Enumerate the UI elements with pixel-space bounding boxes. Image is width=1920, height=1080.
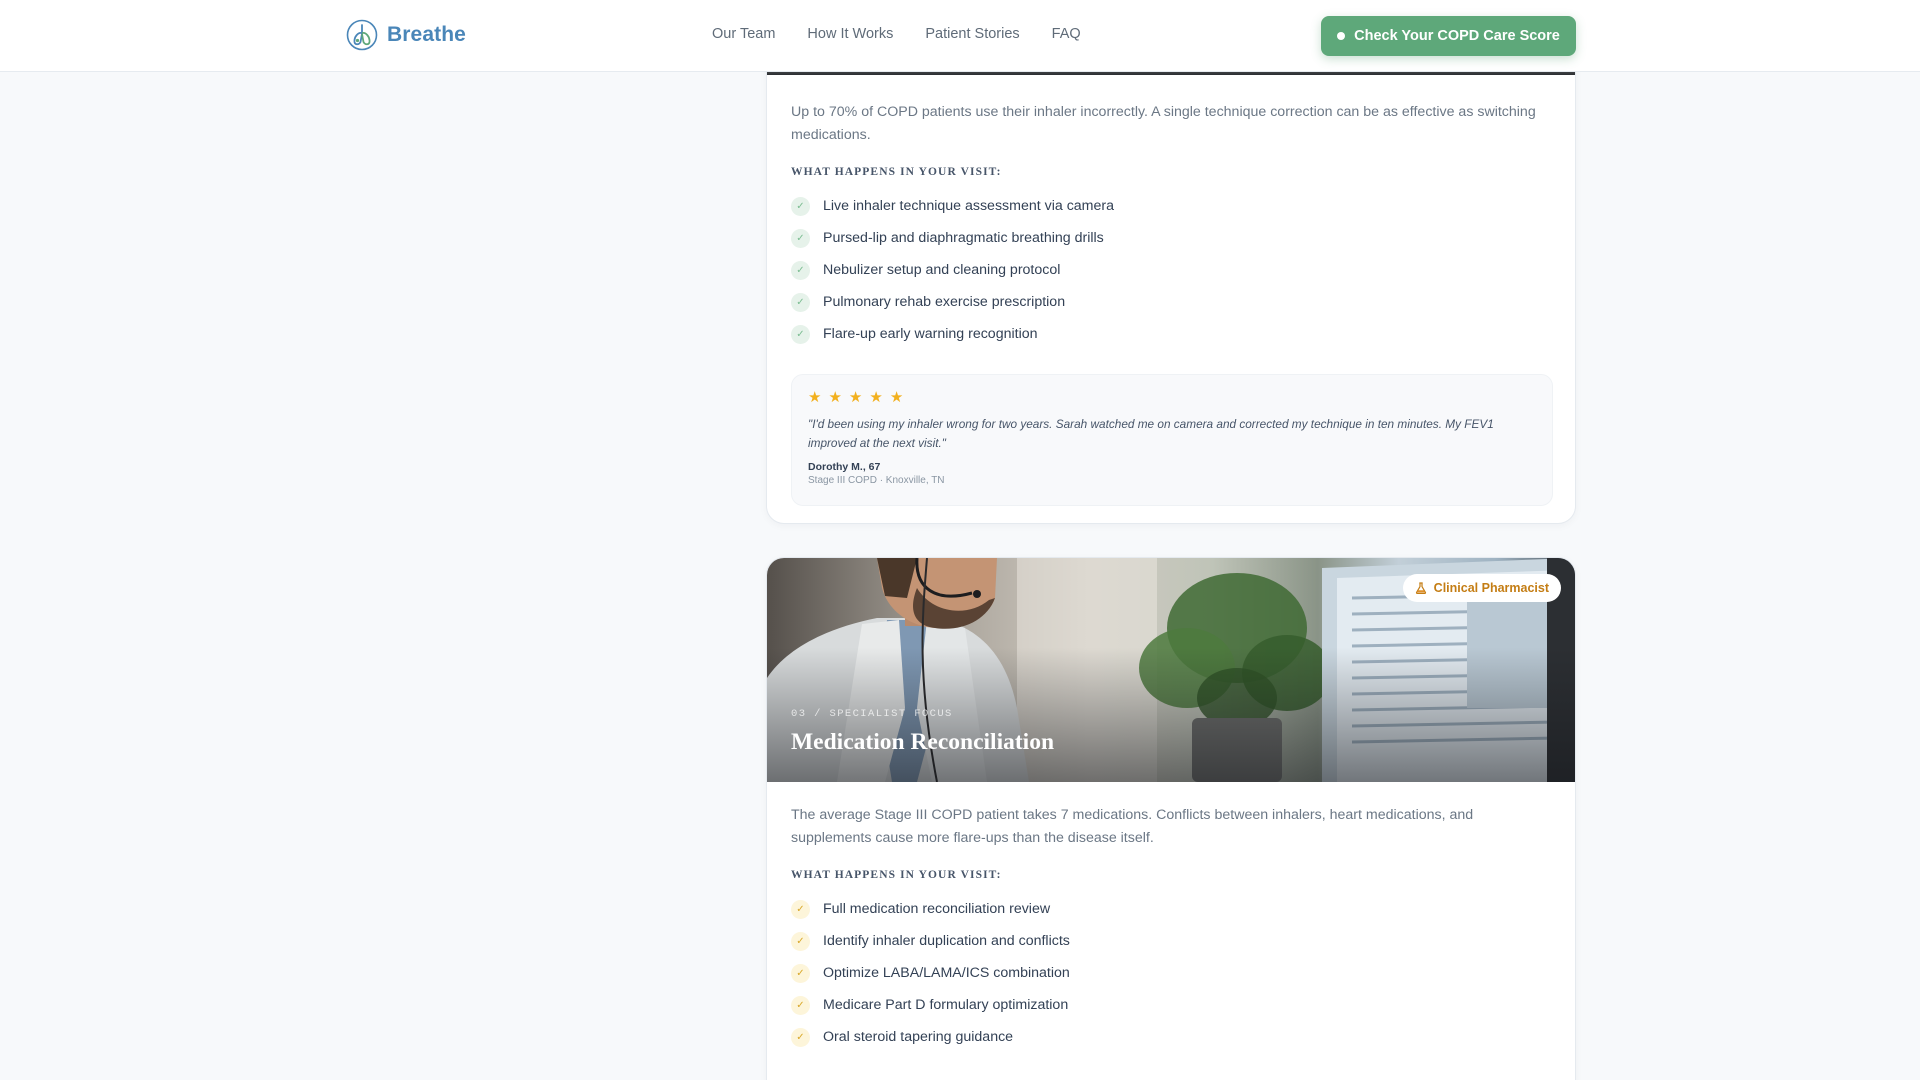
list-item: ✓ Pulmonary rehab exercise prescription bbox=[791, 286, 1551, 318]
brand-name: Breathe bbox=[387, 23, 466, 46]
check-icon: ✓ bbox=[791, 292, 810, 312]
lungs-logo-icon bbox=[346, 19, 378, 51]
list-item-text: Flare-up early warning recognition bbox=[823, 326, 1038, 342]
list-item-text: Identify inhaler duplication and conflic… bbox=[823, 933, 1070, 949]
card-hero-image: Clinical Pharmacist 03 / SPECIALIST FOCU… bbox=[767, 558, 1575, 782]
specialist-card-inhaler-technique: Up to 70% of COPD patients use their inh… bbox=[766, 0, 1576, 524]
list-item: ✓ Oral steroid tapering guidance bbox=[791, 1021, 1551, 1053]
check-icon: ✓ bbox=[791, 899, 810, 919]
check-icon: ✓ bbox=[791, 228, 810, 248]
nav-link-our-team[interactable]: Our Team bbox=[712, 26, 775, 42]
nav-link-patient-stories[interactable]: Patient Stories bbox=[925, 26, 1019, 42]
list-item: ✓ Optimize LABA/LAMA/ICS combination bbox=[791, 957, 1551, 989]
list-item-text: Oral steroid tapering guidance bbox=[823, 1029, 1014, 1045]
visit-checklist: ✓ Live inhaler technique assessment via … bbox=[791, 190, 1551, 350]
visit-label: WHAT HAPPENS IN YOUR VISIT: bbox=[791, 869, 1002, 881]
star-rating: ★ ★ ★ ★ ★ bbox=[808, 389, 1536, 406]
check-icon: ✓ bbox=[791, 931, 810, 951]
check-icon: ✓ bbox=[791, 963, 810, 983]
nav-link-how-it-works[interactable]: How It Works bbox=[807, 26, 893, 42]
visit-checklist: ✓ Full medication reconciliation review … bbox=[791, 893, 1551, 1053]
specialist-card-medication-reconciliation: Clinical Pharmacist 03 / SPECIALIST FOCU… bbox=[766, 557, 1576, 1080]
check-copd-score-button[interactable]: Check Your COPD Care Score bbox=[1321, 16, 1576, 56]
star-icon: ★ bbox=[828, 389, 842, 406]
list-item-text: Pursed-lip and diaphragmatic breathing d… bbox=[823, 230, 1104, 246]
flask-icon bbox=[1415, 582, 1426, 594]
patient-testimonial: ★ ★ ★ ★ ★ "I'd been using my inhaler wro… bbox=[791, 374, 1553, 506]
list-item: ✓ Medicare Part D formulary optimization bbox=[791, 989, 1551, 1021]
testimonial-author: Dorothy M., 67 bbox=[808, 461, 881, 473]
list-item: ✓ Live inhaler technique assessment via … bbox=[791, 190, 1551, 222]
role-badge-label: Clinical Pharmacist bbox=[1433, 581, 1549, 595]
check-icon: ✓ bbox=[791, 324, 810, 344]
nav-link-faq[interactable]: FAQ bbox=[1052, 26, 1081, 42]
star-icon: ★ bbox=[869, 389, 883, 406]
card-kicker: 03 / SPECIALIST FOCUS bbox=[791, 708, 953, 720]
card-body: The average Stage III COPD patient takes… bbox=[791, 804, 1551, 1053]
card-body: Up to 70% of COPD patients use their inh… bbox=[791, 101, 1553, 506]
star-icon: ★ bbox=[848, 389, 863, 406]
check-icon: ✓ bbox=[791, 260, 810, 280]
list-item-text: Live inhaler technique assessment via ca… bbox=[823, 198, 1114, 214]
list-item-text: Optimize LABA/LAMA/ICS combination bbox=[823, 965, 1070, 981]
list-item-text: Full medication reconciliation review bbox=[823, 901, 1051, 917]
list-item: ✓ Nebulizer setup and cleaning protocol bbox=[791, 254, 1551, 286]
testimonial-meta: Stage III COPD · Knoxville, TN bbox=[808, 475, 945, 486]
dot-icon bbox=[1337, 32, 1346, 40]
list-item: ✓ Identify inhaler duplication and confl… bbox=[791, 925, 1551, 957]
star-icon: ★ bbox=[808, 389, 822, 406]
list-item: ✓ Flare-up early warning recognition bbox=[791, 318, 1551, 350]
testimonial-quote: "I'd been using my inhaler wrong for two… bbox=[808, 417, 1494, 450]
list-item: ✓ Pursed-lip and diaphragmatic breathing… bbox=[791, 222, 1551, 254]
check-icon: ✓ bbox=[791, 995, 810, 1015]
cta-label: Check Your COPD Care Score bbox=[1354, 28, 1560, 44]
list-item-text: Medicare Part D formulary optimization bbox=[823, 997, 1069, 1013]
list-item-text: Nebulizer setup and cleaning protocol bbox=[823, 262, 1061, 278]
list-item: ✓ Full medication reconciliation review bbox=[791, 893, 1551, 925]
star-icon: ★ bbox=[889, 389, 904, 406]
card-intro: The average Stage III COPD patient takes… bbox=[791, 807, 1474, 846]
visit-label: WHAT HAPPENS IN YOUR VISIT: bbox=[791, 166, 1002, 178]
card-title: Medication Reconciliation bbox=[791, 729, 1055, 755]
check-icon: ✓ bbox=[791, 196, 810, 216]
card-intro: Up to 70% of COPD patients use their inh… bbox=[791, 104, 1536, 143]
brand-logo[interactable]: Breathe bbox=[346, 19, 466, 51]
role-badge: Clinical Pharmacist bbox=[1402, 574, 1561, 602]
check-icon: ✓ bbox=[791, 1027, 810, 1047]
main-nav: Our Team How It Works Patient Stories FA… bbox=[712, 26, 1081, 42]
site-header: Breathe Our Team How It Works Patient St… bbox=[0, 0, 1920, 72]
list-item-text: Pulmonary rehab exercise prescription bbox=[823, 294, 1066, 310]
